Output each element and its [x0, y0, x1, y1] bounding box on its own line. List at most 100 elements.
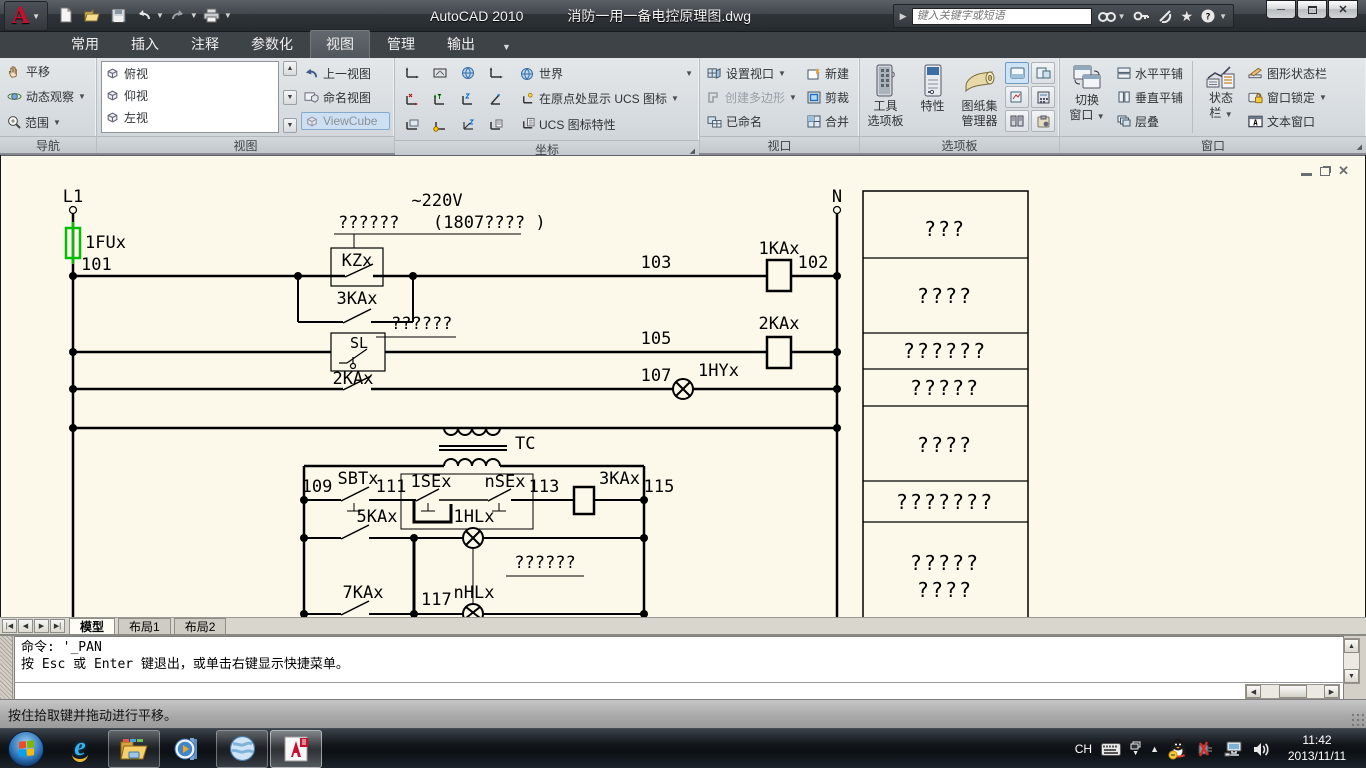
tab-model[interactable]: 模型 [69, 618, 115, 634]
viewport-join-button[interactable]: 合并 [804, 112, 855, 131]
minimize-button[interactable]: ─ [1266, 0, 1296, 19]
viewport-polygon-button[interactable]: 创建多边形 ▼ [704, 88, 800, 107]
dialog-launcher-icon[interactable]: ◢ [690, 147, 695, 155]
window-lock-button[interactable]: 窗口锁定 ▼ [1245, 88, 1330, 107]
tile-horizontal-button[interactable]: 水平平铺 [1114, 64, 1186, 83]
undo-button[interactable] [132, 3, 156, 27]
drawing-status-bar-button[interactable]: 图形状态栏 [1245, 64, 1330, 83]
command-history[interactable]: 命令: '_PAN 按 Esc 或 Enter 键退出，或单击右键显示快捷菜单。 [14, 636, 1344, 701]
save-button[interactable] [106, 3, 130, 27]
keyboard-icon[interactable] [1101, 743, 1121, 756]
application-menu-button[interactable]: A ▼ [4, 1, 48, 31]
panel-footer-navigate[interactable]: 导航 [0, 136, 96, 153]
scroll-down-arrow[interactable]: ▼ [1344, 669, 1359, 683]
tab-layout1[interactable]: 布局1 [118, 618, 171, 634]
first-tab-button[interactable]: |◀ [2, 619, 17, 633]
redo-button[interactable] [166, 3, 190, 27]
wcs-dropdown[interactable]: ▼ [685, 69, 693, 78]
language-indicator[interactable]: CH [1075, 742, 1092, 756]
viewport-clip-button[interactable]: 剪裁 [804, 88, 855, 107]
panel-footer-palettes[interactable]: 选项板 [860, 136, 1059, 153]
dbconnect-palette-button[interactable] [1005, 110, 1029, 132]
tile-vertical-button[interactable]: 垂直平铺 [1114, 88, 1186, 107]
switch-windows-button[interactable]: 切换 窗口 ▼ [1064, 61, 1110, 133]
cascade-button[interactable]: 层叠 [1114, 112, 1186, 131]
command-vertical-scrollbar[interactable]: ▲ ▼ [1343, 638, 1360, 684]
show-hidden-icons-button[interactable]: ▲ [1150, 744, 1159, 754]
command-line-palette-button[interactable] [1005, 62, 1029, 84]
doc-minimize-button[interactable] [1301, 173, 1312, 176]
tab-view[interactable]: 视图 [310, 30, 370, 58]
redo-dropdown[interactable]: ▼ [190, 11, 198, 20]
pan-button[interactable]: 平移 [4, 62, 92, 81]
list-expand-button[interactable]: ▼ [283, 118, 297, 133]
ucs-view-button[interactable] [455, 61, 481, 85]
favorites-button[interactable]: ★ [1181, 8, 1194, 25]
command-window[interactable]: 命令: '_PAN 按 Esc 或 Enter 键退出，或单击右键显示快捷菜单。… [0, 634, 1366, 699]
view-item-top[interactable]: 俯视 [102, 62, 278, 84]
text-window-button[interactable]: A 文本窗口 [1245, 112, 1330, 131]
taskbar-media-player-button[interactable] [162, 730, 214, 768]
taskbar-ie-button[interactable]: e [54, 730, 106, 768]
panel-footer-viewports[interactable]: 视口 [700, 136, 859, 153]
taskbar-autocad-button[interactable] [270, 730, 322, 768]
help-button[interactable]: ? [1198, 6, 1218, 26]
undo-dropdown[interactable]: ▼ [156, 11, 164, 20]
ucs-face-button[interactable] [399, 113, 425, 137]
help-dropdown[interactable]: ▼ [1219, 12, 1227, 21]
ucs-previous-button[interactable] [427, 61, 453, 85]
search-input[interactable] [912, 8, 1092, 25]
communication-center-button[interactable] [1156, 6, 1176, 26]
ucs-object-button[interactable] [483, 61, 509, 85]
tab-insert[interactable]: 插入 [116, 31, 174, 58]
status-bar-button[interactable]: 状态 栏 ▼ [1201, 61, 1241, 133]
last-tab-button[interactable]: ▶| [50, 619, 65, 633]
quickcalc-palette-button[interactable] [1031, 86, 1055, 108]
viewport-config-dropdown[interactable]: ▼ [778, 69, 786, 78]
ucs-z-vector-button[interactable] [483, 87, 509, 111]
zoom-dropdown[interactable]: ▼ [53, 118, 61, 127]
command-window-grip[interactable] [0, 636, 13, 701]
viewport-polygon-dropdown[interactable]: ▼ [789, 93, 797, 102]
properties-palette-button[interactable]: 特性 [911, 61, 954, 133]
language-bar-options[interactable]: ▼ [1130, 741, 1141, 757]
status-bar-dropdown[interactable]: ▼ [1225, 110, 1233, 119]
tab-parametric[interactable]: 参数化 [236, 31, 308, 58]
open-file-button[interactable] [80, 3, 104, 27]
ucs-origin-button[interactable] [427, 113, 453, 137]
view-item-left[interactable]: 左视 [102, 106, 278, 128]
view-list[interactable]: 俯视 仰视 左视 [101, 61, 279, 133]
tab-annotate[interactable]: 注释 [176, 31, 234, 58]
scroll-up-button[interactable]: ▲ [283, 61, 297, 76]
restore-button[interactable] [1297, 0, 1327, 19]
tool-palettes-button[interactable]: 工具 选项板 [864, 61, 907, 133]
ucs-x-button[interactable] [399, 87, 425, 111]
switch-windows-dropdown[interactable]: ▼ [1097, 112, 1105, 121]
start-button[interactable] [8, 731, 44, 767]
scroll-right-arrow[interactable]: ▶ [1324, 685, 1339, 698]
named-views-button[interactable]: 命名视图 [301, 88, 390, 107]
ucs-world-button[interactable] [399, 61, 425, 85]
next-tab-button[interactable]: ▶ [34, 619, 49, 633]
viewport-new-button[interactable]: 新建 [804, 64, 855, 83]
doc-close-button[interactable]: ✕ [1338, 166, 1349, 176]
resize-grip[interactable] [1350, 712, 1364, 726]
taskbar-clock[interactable]: 11:42 2013/11/11 [1274, 732, 1360, 764]
tab-manage[interactable]: 管理 [372, 31, 430, 58]
viewport-named-button[interactable]: 已命名 [704, 112, 800, 131]
wcs-combo[interactable]: 世界 ▼ [517, 64, 695, 83]
qat-customize-dropdown[interactable]: ▼ [224, 11, 232, 20]
dialog-launcher-icon[interactable]: ◢ [1357, 143, 1362, 151]
ucs-z-button[interactable] [455, 87, 481, 111]
ucs-properties-button[interactable] [483, 113, 509, 137]
ucs-display-dropdown[interactable]: ▼ [671, 94, 679, 103]
previous-view-button[interactable]: 上一视图 [301, 64, 390, 83]
markup-palette-button[interactable] [1005, 86, 1029, 108]
orbit-button[interactable]: 动态观察 ▼ [4, 87, 92, 106]
subscription-center-button[interactable] [1131, 6, 1151, 26]
scroll-down-button[interactable]: ▼ [283, 90, 297, 105]
scrollbar-thumb[interactable] [1279, 685, 1307, 698]
search-dropdown[interactable]: ▼ [1118, 12, 1126, 21]
ucs-y-button[interactable] [427, 87, 453, 111]
tab-output[interactable]: 输出 [432, 31, 490, 58]
